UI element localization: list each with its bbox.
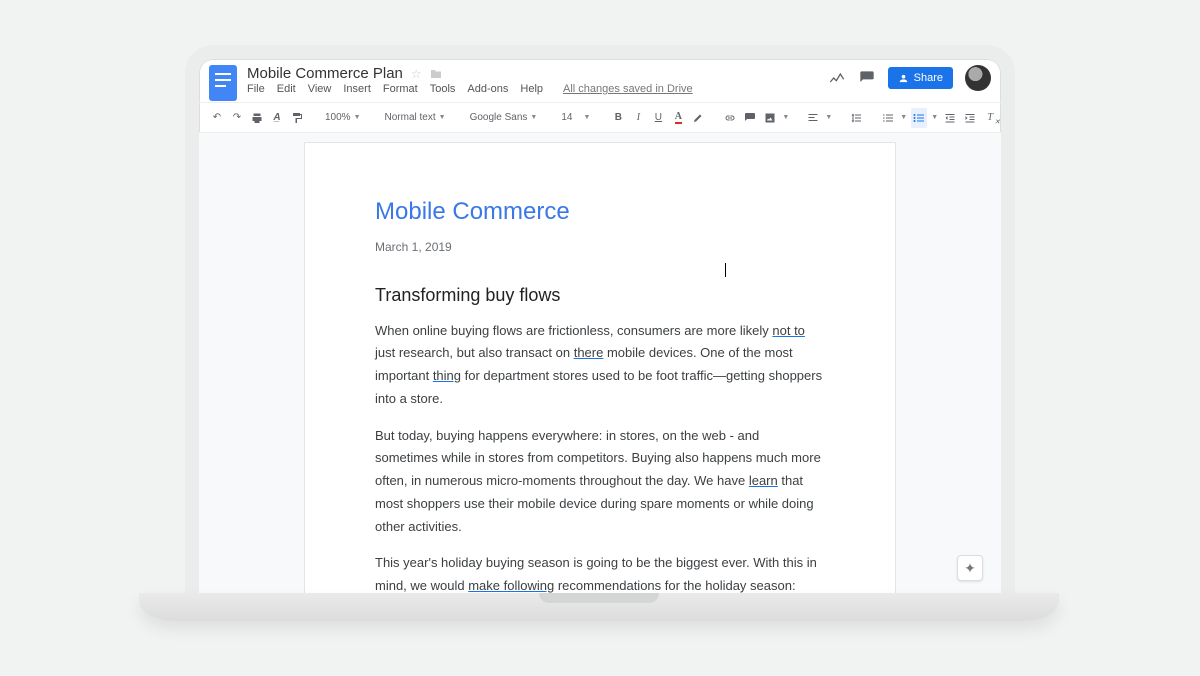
activity-icon[interactable] [828, 69, 846, 87]
share-label: Share [914, 72, 943, 84]
zoom-select[interactable]: 100%▼ [321, 112, 365, 123]
fontsize-select[interactable]: 14▼ [557, 112, 594, 123]
insert-image-icon[interactable] [762, 108, 778, 128]
text-color-icon[interactable]: A [670, 108, 686, 128]
paragraph-2[interactable]: But today, buying happens everywhere: in… [375, 425, 825, 539]
laptop-base [139, 593, 1059, 621]
grammar-underline[interactable]: make following [468, 578, 554, 593]
menu-insert[interactable]: Insert [343, 83, 371, 95]
clear-format-icon[interactable]: T✕ [982, 108, 998, 128]
voice-typing-icon[interactable] [1014, 108, 1015, 128]
bold-icon[interactable]: B [610, 108, 626, 128]
undo-icon[interactable]: ↶ [209, 108, 225, 128]
move-folder-icon[interactable] [430, 69, 442, 79]
paragraph-1[interactable]: When online buying flows are frictionles… [375, 320, 825, 411]
menu-help[interactable]: Help [520, 83, 543, 95]
menu-view[interactable]: View [308, 83, 332, 95]
grammar-underline[interactable]: thing [433, 368, 461, 383]
paragraph-3[interactable]: This year's holiday buying season is goi… [375, 552, 825, 593]
document-page[interactable]: Mobile Commerce March 1, 2019 Transformi… [305, 143, 895, 593]
menubar: File Edit View Insert Format Tools Add-o… [247, 83, 693, 95]
insert-link-icon[interactable] [722, 108, 738, 128]
italic-icon[interactable]: I [630, 108, 646, 128]
toolbar: ↶ ↷ A̲ 100%▼ Normal text▼ Google Sans▼ 1… [199, 103, 1001, 133]
numbered-list-icon[interactable] [880, 108, 896, 128]
star-icon[interactable]: ☆ [411, 67, 422, 81]
print-icon[interactable] [249, 108, 265, 128]
redo-icon[interactable]: ↷ [229, 108, 245, 128]
explore-button[interactable]: ✦ [957, 555, 983, 581]
font-select[interactable]: Google Sans▼ [466, 112, 542, 123]
doc-heading[interactable]: Transforming buy flows [375, 280, 825, 312]
underline-icon[interactable]: U [650, 108, 666, 128]
doc-date[interactable]: March 1, 2019 [375, 237, 825, 258]
grammar-underline[interactable]: not to [772, 323, 805, 338]
app-window: Mobile Commerce Plan ☆ File Edit View In… [185, 45, 1015, 593]
comments-icon[interactable] [858, 69, 876, 87]
titlebar: Mobile Commerce Plan ☆ File Edit View In… [199, 59, 1001, 103]
menu-edit[interactable]: Edit [277, 83, 296, 95]
document-canvas[interactable]: Mobile Commerce March 1, 2019 Transformi… [199, 133, 1001, 593]
bulleted-list-icon[interactable] [911, 108, 927, 128]
document-title[interactable]: Mobile Commerce Plan [247, 65, 403, 82]
docs-logo-icon[interactable] [209, 65, 237, 101]
menu-addons[interactable]: Add-ons [467, 83, 508, 95]
highlight-icon[interactable] [690, 108, 706, 128]
menu-format[interactable]: Format [383, 83, 418, 95]
menu-file[interactable]: File [247, 83, 265, 95]
decrease-indent-icon[interactable] [942, 108, 958, 128]
menu-tools[interactable]: Tools [430, 83, 456, 95]
share-button[interactable]: Share [888, 67, 953, 89]
grammar-underline[interactable]: learn [749, 473, 778, 488]
spellcheck-icon[interactable]: A̲ [269, 108, 285, 128]
account-avatar[interactable] [965, 65, 991, 91]
doc-title-heading[interactable]: Mobile Commerce [375, 191, 825, 233]
grammar-underline[interactable]: there [574, 345, 604, 360]
insert-comment-icon[interactable] [742, 108, 758, 128]
paint-format-icon[interactable] [289, 108, 305, 128]
align-icon[interactable] [805, 108, 821, 128]
save-status[interactable]: All changes saved in Drive [563, 83, 693, 95]
increase-indent-icon[interactable] [962, 108, 978, 128]
style-select[interactable]: Normal text▼ [381, 112, 450, 123]
text-cursor [725, 263, 726, 277]
line-spacing-icon[interactable] [848, 108, 864, 128]
